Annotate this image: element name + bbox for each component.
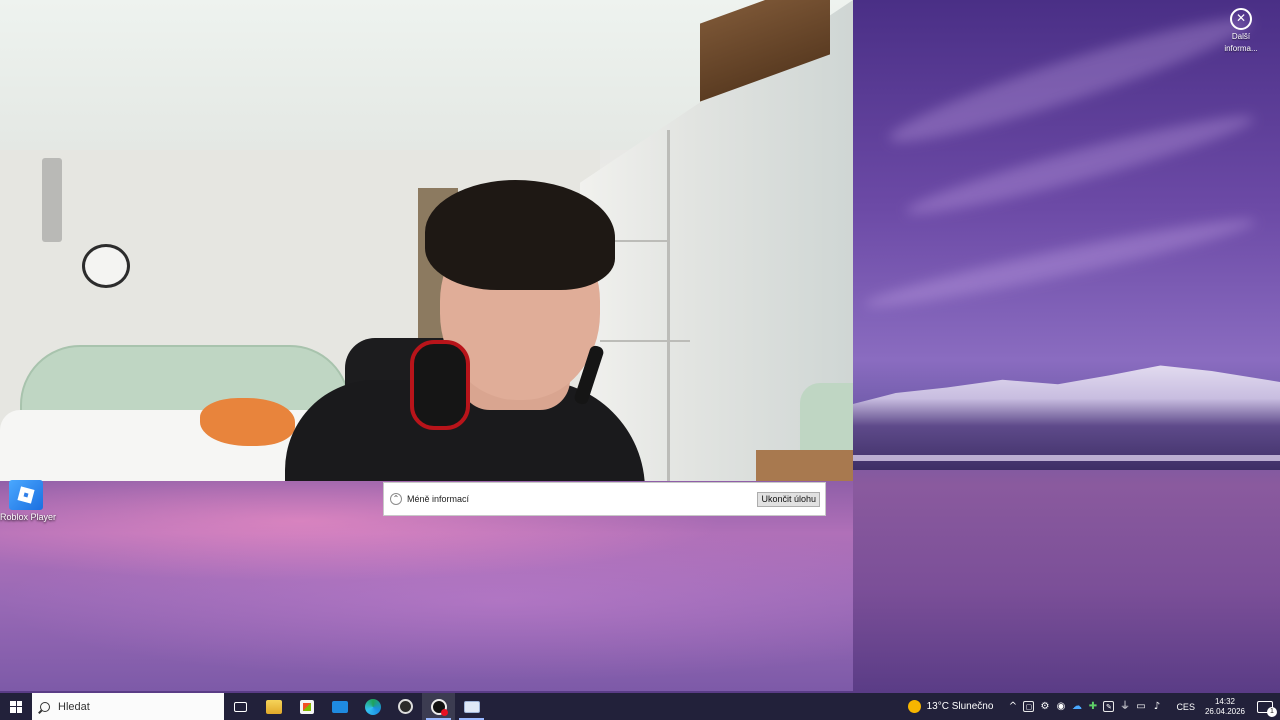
task-view-icon [234, 701, 247, 712]
shield-icon[interactable]: ✚ [1087, 701, 1098, 712]
mail-icon [331, 700, 348, 713]
pen-icon[interactable]: ✎ [1103, 701, 1115, 712]
taskbar-camera[interactable] [422, 693, 455, 720]
taskbar-microsoft-store[interactable] [290, 693, 323, 720]
input-language[interactable]: CES [1176, 702, 1195, 712]
sun-icon [907, 700, 921, 713]
search-icon [40, 701, 50, 712]
camera-video-window[interactable] [0, 0, 853, 481]
taskbar-mail[interactable] [323, 693, 356, 720]
store-icon [299, 699, 314, 714]
bluetooth-icon[interactable]: ⚙ [1039, 701, 1050, 712]
roblox-icon [9, 480, 43, 510]
close-circle-icon [1230, 8, 1252, 30]
edge-icon [364, 698, 381, 715]
tablet-icon[interactable]: ▢ [1023, 701, 1035, 712]
network-icon[interactable]: ▭ [1135, 701, 1146, 712]
weather-widget[interactable]: 13°C Slunečno [907, 700, 994, 713]
desktop-icon-roblox-player[interactable]: Roblox Player [0, 480, 57, 522]
fewer-details-toggle[interactable]: ⌃ Méně informací [390, 493, 469, 505]
clock-date: 26.04.2026 [1204, 706, 1245, 716]
more-info-widget[interactable]: Další informa... [1218, 8, 1264, 54]
taskbar: Hledat 13°C Slunečno ^ ▢ ⚙ ◉ ☁ ✚ ✎ ⏚ ▭ ♪… [0, 693, 1280, 720]
search-placeholder: Hledat [58, 700, 90, 713]
system-tray: ^ ▢ ⚙ ◉ ☁ ✚ ✎ ⏚ ▭ ♪ [1007, 701, 1162, 712]
clock-time: 14:32 [1214, 696, 1235, 706]
usb-icon[interactable]: ⏚ [1119, 701, 1130, 712]
taskbar-file-explorer[interactable] [257, 693, 290, 720]
record-icon [398, 699, 413, 714]
start-button[interactable] [0, 693, 32, 720]
chevron-up-icon[interactable]: ^ [1007, 701, 1018, 712]
desktop-icon-label: Roblox Player [0, 512, 57, 522]
task-manager-compact-window: ⌃ Méně informací Ukončit úlohu [383, 482, 826, 516]
widget-label-line2: informa... [1224, 44, 1258, 53]
weather-text: 13°C Slunečno [926, 701, 994, 712]
notification-count-badge: 1 [1267, 706, 1277, 717]
taskbar-task-manager[interactable] [455, 693, 488, 720]
folder-icon [265, 699, 282, 714]
widget-label-line1: Další [1231, 32, 1251, 41]
taskbar-edge[interactable] [356, 693, 389, 720]
cloud-icon[interactable]: ☁ [1071, 701, 1082, 712]
taskbar-clock[interactable]: 14:32 26.04.2026 [1205, 697, 1245, 717]
taskbar-task-view[interactable] [224, 693, 257, 720]
taskbar-recorder[interactable] [389, 693, 422, 720]
camera-icon [430, 698, 448, 716]
task-manager-icon [463, 700, 480, 713]
windows-icon [10, 700, 22, 713]
volume-icon[interactable]: ♪ [1151, 701, 1162, 712]
camera-tray-icon[interactable]: ◉ [1055, 701, 1066, 712]
fewer-details-label: Méně informací [407, 494, 470, 504]
chevron-up-icon: ⌃ [390, 493, 402, 505]
notification-center-button[interactable]: 1 [1257, 700, 1277, 717]
taskbar-search-box[interactable]: Hledat [32, 693, 224, 720]
end-task-button[interactable]: Ukončit úlohu [757, 492, 820, 507]
